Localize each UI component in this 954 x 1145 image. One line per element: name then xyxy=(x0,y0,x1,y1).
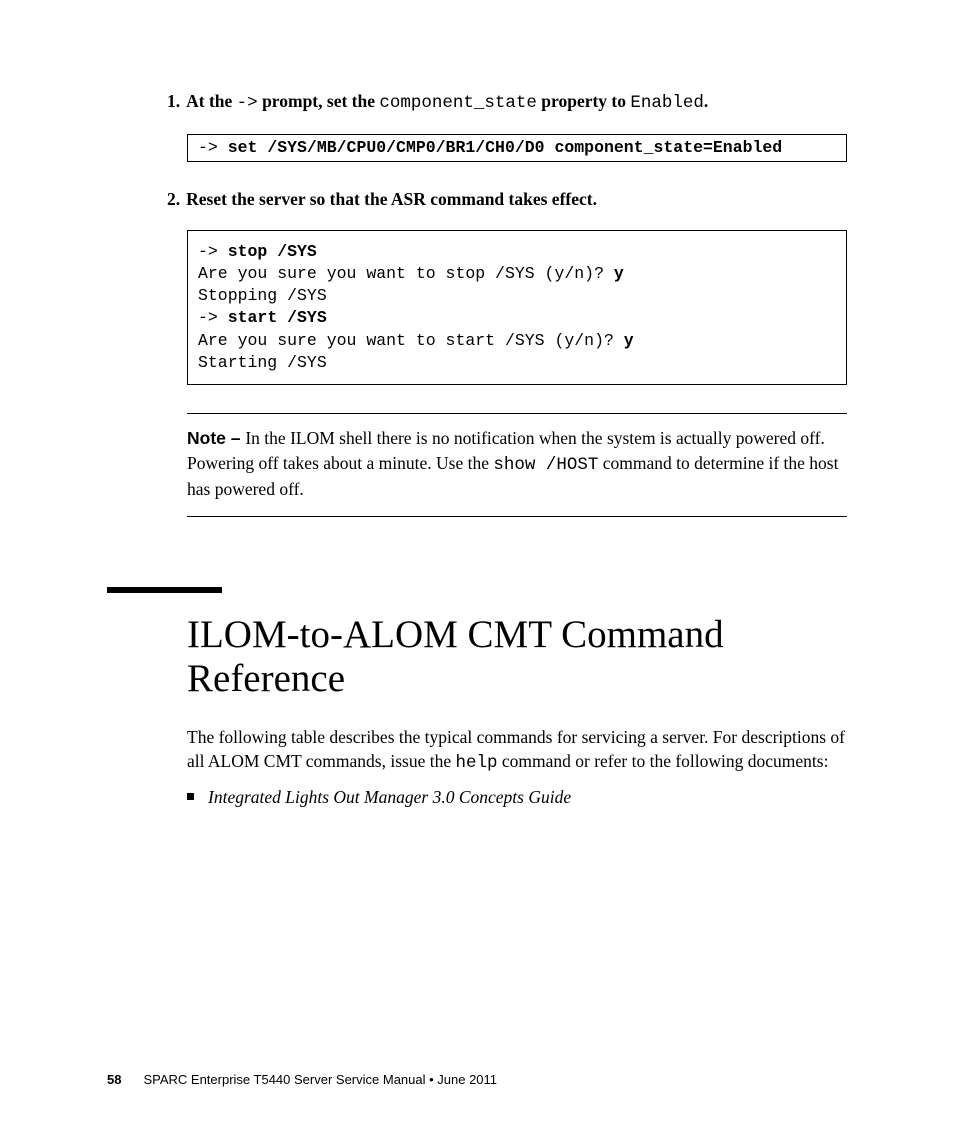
step-1-text-b: prompt, set the xyxy=(258,91,380,111)
page-footer: 58 SPARC Enterprise T5440 Server Service … xyxy=(107,1072,497,1087)
step-1-mono-3: Enabled xyxy=(630,93,704,113)
bullet-item-1: Integrated Lights Out Manager 3.0 Concep… xyxy=(187,786,847,810)
step-2-number: 2. xyxy=(167,189,186,209)
c2-l5b: y xyxy=(624,331,634,350)
c2-l2a: Are you sure you want to stop /SYS (y/n)… xyxy=(198,264,614,283)
code-box-2: -> stop /SYS Are you sure you want to st… xyxy=(187,230,847,386)
step-2-text: Reset the server so that the ASR command… xyxy=(186,189,597,209)
note-label: Note – xyxy=(187,428,245,448)
step-1-text-c: property to xyxy=(537,91,630,111)
c2-l2b: y xyxy=(614,264,624,283)
step-1-mono-2: component_state xyxy=(379,93,537,113)
c2-l4p: -> xyxy=(198,308,228,327)
step-1: 1.At the -> prompt, set the component_st… xyxy=(187,90,847,116)
code1-prompt: -> xyxy=(198,138,228,157)
step-2: 2.Reset the server so that the ASR comma… xyxy=(187,188,847,212)
code-box-1: -> set /SYS/MB/CPU0/CMP0/BR1/CH0/D0 comp… xyxy=(187,134,847,162)
page: 1.At the -> prompt, set the component_st… xyxy=(0,0,954,1145)
content-area: 1.At the -> prompt, set the component_st… xyxy=(187,90,847,809)
code1-cmd: set /SYS/MB/CPU0/CMP0/BR1/CH0/D0 compone… xyxy=(228,138,783,157)
c2-l3: Stopping /SYS xyxy=(198,286,327,305)
step-1-text-d: . xyxy=(704,91,708,111)
para-mono-1: help xyxy=(455,753,497,773)
section-rule xyxy=(107,587,222,593)
step-1-mono-1: -> xyxy=(237,93,258,113)
c2-l5a: Are you sure you want to start /SYS (y/n… xyxy=(198,331,624,350)
note-block: Note – In the ILOM shell there is no not… xyxy=(187,413,847,517)
footer-text: SPARC Enterprise T5440 Server Service Ma… xyxy=(143,1072,497,1087)
section-heading: ILOM-to-ALOM CMT Command Reference xyxy=(187,613,847,703)
step-1-number: 1. xyxy=(167,91,186,111)
note-mono-1: show /HOST xyxy=(493,455,598,475)
step-1-text-a: At the xyxy=(186,91,237,111)
c2-l1p: -> xyxy=(198,242,228,261)
para-b: command or refer to the following docume… xyxy=(498,751,829,771)
page-number: 58 xyxy=(107,1072,121,1087)
square-bullet-icon xyxy=(187,793,194,800)
c2-l1c: stop /SYS xyxy=(228,242,317,261)
c2-l6: Starting /SYS xyxy=(198,353,327,372)
intro-paragraph: The following table describes the typica… xyxy=(187,726,847,775)
bullet-1-text: Integrated Lights Out Manager 3.0 Concep… xyxy=(208,786,571,810)
c2-l4c: start /SYS xyxy=(228,308,327,327)
